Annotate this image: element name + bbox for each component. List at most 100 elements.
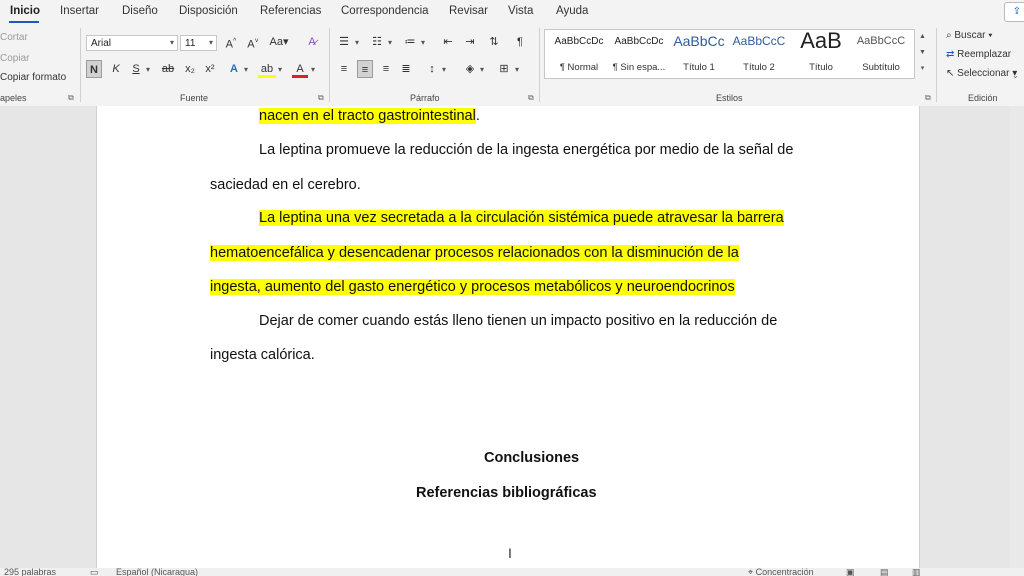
tab-referencias[interactable]: Referencias	[260, 5, 321, 17]
tab-diseno[interactable]: Diseño	[122, 5, 158, 17]
replace-icon: ⇄	[946, 49, 958, 60]
style-preview: AaBbCc	[673, 33, 725, 49]
grow-font-icon[interactable]: A^	[221, 33, 241, 51]
heading-references: Referencias bibliográficas	[416, 485, 597, 501]
highlighted-text: ingesta, aumento del gasto energético y …	[210, 279, 735, 295]
line-spacing-icon[interactable]: ↕	[424, 60, 440, 78]
format-painter-button[interactable]: Copiar formato	[0, 72, 66, 83]
copy-button[interactable]: Copiar	[0, 53, 29, 64]
subscript-button[interactable]: x₂	[182, 60, 198, 78]
divider	[329, 28, 330, 102]
collapse-ribbon-icon[interactable]: ⌄	[1012, 71, 1019, 80]
tab-ayuda[interactable]: Ayuda	[556, 5, 588, 17]
bold-button[interactable]: N	[86, 60, 102, 78]
tab-disposicion[interactable]: Disposición	[179, 5, 238, 17]
cut-button[interactable]: Cortar	[0, 32, 28, 43]
underline-button[interactable]: S	[128, 60, 144, 78]
tab-revisar[interactable]: Revisar	[449, 5, 488, 17]
chevron-up-icon[interactable]: ▲	[917, 29, 928, 45]
share-icon[interactable]: ⇪	[1004, 2, 1024, 22]
tab-vista[interactable]: Vista	[508, 5, 533, 17]
status-bar: 295 palabras ▭ Español (Nicaragua) ⌖ Con…	[0, 568, 1024, 576]
ribbon-tabs: Inicio Insertar Diseño Disposición Refer…	[0, 0, 1024, 24]
clear-formatting-icon[interactable]: A̷	[304, 33, 320, 51]
document-page[interactable]: nacen en el tracto gastrointestinal. La …	[96, 106, 920, 568]
print-layout-icon[interactable]: ▤	[880, 568, 889, 576]
clipboard-group-label: apeles	[0, 93, 27, 103]
font-launcher-icon[interactable]: ⧉	[318, 93, 324, 103]
text-effects-button[interactable]: A	[226, 60, 242, 78]
tab-insertar[interactable]: Insertar	[60, 5, 99, 17]
chevron-down-icon[interactable]: ▾	[355, 38, 359, 47]
paragraph-launcher-icon[interactable]: ⧉	[528, 93, 534, 103]
highlight-button[interactable]: ab	[258, 60, 276, 78]
font-color-button[interactable]: A	[292, 60, 308, 78]
word-count[interactable]: 295 palabras	[4, 568, 56, 576]
chevron-down-icon[interactable]: ▾	[278, 65, 282, 74]
chevron-down-icon[interactable]: ▾	[146, 65, 150, 74]
document-line: Dejar de comer cuando estás lleno tienen…	[259, 313, 778, 329]
chevron-down-icon[interactable]: ▼	[917, 45, 928, 61]
language-status[interactable]: Español (Nicaragua)	[116, 568, 198, 576]
align-right-icon[interactable]: ≡	[378, 60, 394, 78]
tab-inicio[interactable]: Inicio	[10, 5, 40, 17]
i-beam-cursor-icon: I	[508, 545, 512, 561]
styles-scroll[interactable]: ▲ ▼ ▾	[917, 29, 928, 79]
document-line: hematoencefálica y desencadenar procesos…	[210, 245, 739, 261]
styles-gallery: AaBbCcDc ¶ Normal AaBbCcDc ¶ Sin espa...…	[544, 28, 915, 79]
chevron-down-icon[interactable]: ▾	[480, 65, 484, 74]
styles-launcher-icon[interactable]: ⧉	[925, 93, 931, 103]
document-line: saciedad en el cerebro.	[210, 177, 361, 193]
multilevel-list-icon[interactable]: ≔	[402, 33, 418, 51]
web-layout-icon[interactable]: ▥	[912, 568, 921, 576]
borders-icon[interactable]: ⊞	[496, 60, 512, 78]
sort-icon[interactable]: ⇅	[486, 33, 502, 51]
document-line: La leptina promueve la reducción de la i…	[259, 142, 794, 158]
chevron-down-icon[interactable]: ▾	[209, 38, 213, 47]
shrink-font-icon[interactable]: A˅	[243, 33, 263, 51]
chevron-down-icon[interactable]: ▾	[170, 38, 174, 47]
decrease-indent-icon[interactable]: ⇤	[440, 33, 456, 51]
more-styles-icon[interactable]: ▾	[917, 61, 928, 77]
chevron-down-icon[interactable]: ▾	[421, 38, 425, 47]
chevron-down-icon[interactable]: ▾	[442, 65, 446, 74]
chevron-down-icon[interactable]: ▾	[515, 65, 519, 74]
focus-mode-button[interactable]: ⌖ Concentración	[748, 568, 814, 576]
numbering-icon[interactable]: ☷	[369, 33, 385, 51]
vertical-scrollbar[interactable]	[1010, 106, 1024, 568]
chevron-down-icon[interactable]: ▾	[244, 65, 248, 74]
bullets-icon[interactable]: ☰	[336, 33, 352, 51]
chevron-down-icon[interactable]: ▾	[388, 38, 392, 47]
style-preview: AaBbCcC	[856, 35, 906, 47]
replace-button[interactable]: ⇄ Reemplazar	[946, 49, 1011, 60]
font-name-box[interactable]: Arial	[86, 35, 178, 51]
document-line: ingesta, aumento del gasto energético y …	[210, 279, 735, 295]
justify-icon[interactable]: ≣	[398, 60, 414, 78]
align-left-icon[interactable]: ≡	[336, 60, 352, 78]
strikethrough-button[interactable]: ab	[158, 60, 178, 78]
read-mode-icon[interactable]: ▣	[846, 568, 855, 576]
select-button[interactable]: ↖ Seleccionar ▾	[946, 68, 1017, 79]
superscript-button[interactable]: x²	[202, 60, 218, 78]
tab-correspondencia[interactable]: Correspondencia	[341, 5, 429, 17]
paragraph-group-label: Párrafo	[410, 93, 440, 103]
align-center-icon[interactable]: ≡	[357, 60, 373, 78]
focus-label: Concentración	[755, 568, 814, 576]
document-line: La leptina una vez secretada a la circul…	[259, 210, 784, 226]
styles-group-label: Estilos	[716, 93, 743, 103]
increase-indent-icon[interactable]: ⇥	[462, 33, 478, 51]
proofing-icon[interactable]: ▭	[90, 568, 99, 576]
clipboard-launcher-icon[interactable]: ⧉	[68, 93, 74, 103]
italic-button[interactable]: K	[108, 60, 124, 78]
style-preview: AaBbCcC	[732, 34, 786, 48]
divider	[80, 28, 81, 102]
pilcrow-icon[interactable]: ¶	[512, 33, 528, 51]
style-name: Título	[809, 62, 833, 73]
document-line: nacen en el tracto gastrointestinal.	[259, 108, 480, 124]
find-label: Buscar	[954, 30, 986, 41]
find-button[interactable]: ⌕ Buscar ▾	[946, 30, 993, 41]
shading-icon[interactable]: ◈	[462, 60, 478, 78]
change-case-icon[interactable]: Aa▾	[268, 33, 290, 51]
chevron-down-icon[interactable]: ▾	[311, 65, 315, 74]
font-size-value: 11	[185, 38, 196, 49]
